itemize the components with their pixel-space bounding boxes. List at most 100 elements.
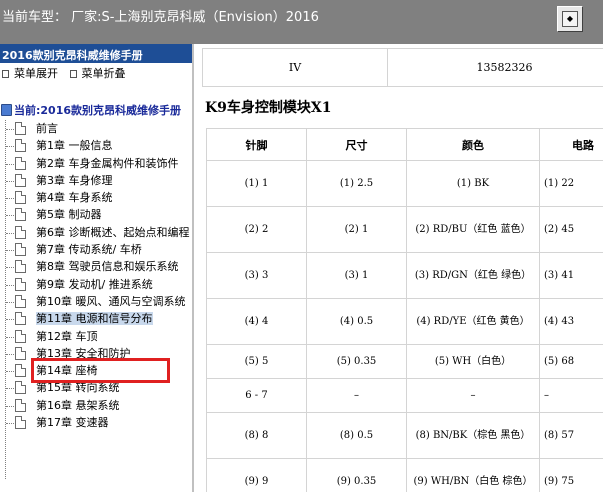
cell-pin: (3) 3 bbox=[206, 252, 307, 299]
document-icon bbox=[15, 294, 26, 308]
cell-size: (8) 0.5 bbox=[306, 412, 407, 459]
tree-item-label: 第3章 车身修理 bbox=[36, 173, 113, 187]
collapse-icon bbox=[69, 70, 77, 78]
tree-item[interactable]: 第7章 传动系统/ 车桥 bbox=[0, 241, 192, 258]
document-icon bbox=[15, 156, 26, 170]
tree-item-label: 第4章 车身系统 bbox=[36, 191, 113, 205]
tree-item[interactable]: 第12章 车顶 bbox=[0, 328, 192, 345]
tree-connector bbox=[6, 232, 14, 234]
cell-color: (1) BK bbox=[406, 160, 540, 207]
connector-part-number: 13582326 bbox=[387, 48, 603, 87]
tree-item[interactable]: 第2章 车身金属构件和装饰件 bbox=[0, 155, 192, 172]
cell-size: (4) 0.5 bbox=[306, 298, 407, 345]
cell-pin: 6 - 7 bbox=[206, 378, 307, 413]
tree-connector bbox=[6, 215, 14, 217]
cell-circuit: (5) 68 bbox=[539, 344, 603, 379]
document-icon bbox=[15, 260, 26, 274]
cell-pin: (8) 8 bbox=[206, 412, 307, 459]
tree-connector bbox=[6, 284, 14, 286]
tree-item-label: 第2章 车身金属构件和装饰件 bbox=[36, 156, 179, 170]
document-icon bbox=[15, 277, 26, 291]
cell-size: (3) 1 bbox=[306, 252, 407, 299]
table-row: (5) 5 (5) 0.35 (5) WH（白色） (5) 68 bbox=[206, 344, 603, 379]
tree-connector bbox=[6, 129, 14, 130]
table-row: (9) 9 (9) 0.35 (9) WH/BN（白色 棕色） (9) 75 bbox=[206, 458, 603, 492]
table-row: (2) 2 (2) 1 (2) RD/BU（红色 蓝色） (2) 45 bbox=[206, 206, 603, 253]
document-icon bbox=[15, 191, 26, 205]
cell-pin: (4) 4 bbox=[206, 298, 307, 345]
tree-connector bbox=[6, 146, 14, 148]
column-header-size: 尺寸 bbox=[306, 128, 407, 161]
tree-item[interactable]: 第17章 变速器 bbox=[0, 414, 192, 431]
tree-connector bbox=[6, 336, 14, 338]
tree-item[interactable]: 第3章 车身修理 bbox=[0, 172, 192, 189]
column-header-circuit: 电路 bbox=[539, 128, 603, 161]
tree-connector bbox=[6, 371, 14, 373]
cell-size: (1) 2.5 bbox=[306, 160, 407, 207]
document-icon bbox=[15, 346, 26, 360]
document-icon bbox=[15, 312, 26, 326]
cell-circuit: (2) 45 bbox=[539, 206, 603, 253]
cell-color: (4) RD/YE（红色 黄色） bbox=[406, 298, 540, 345]
tree-item[interactable]: 第5章 制动器 bbox=[0, 206, 192, 223]
cell-size: (2) 1 bbox=[306, 206, 407, 253]
tree-item[interactable]: 第8章 驾驶员信息和娱乐系统 bbox=[0, 258, 192, 275]
cell-circuit: (3) 41 bbox=[539, 252, 603, 299]
menu-tools: 菜单展开 菜单折叠 bbox=[0, 63, 192, 80]
tree-connector bbox=[6, 250, 14, 252]
tree-connector bbox=[6, 319, 14, 321]
restore-icon: ◆ bbox=[562, 11, 578, 27]
tree-item[interactable]: 第6章 诊断概述、起始点和编程 bbox=[0, 224, 192, 241]
tree-item-label: 第11章 电源和信号分布 bbox=[36, 312, 153, 326]
tree-item[interactable]: 前言 bbox=[0, 120, 192, 137]
tree-item-label: 第9章 发动机/ 推进系统 bbox=[36, 277, 153, 291]
tree-item-label: 第8章 驾驶员信息和娱乐系统 bbox=[36, 260, 179, 274]
tree-connector bbox=[6, 301, 14, 303]
document-icon bbox=[15, 381, 26, 395]
tree-item[interactable]: 第16章 悬架系统 bbox=[0, 397, 192, 414]
cell-color: – bbox=[406, 378, 540, 413]
tree-item-label: 第6章 诊断概述、起始点和编程 bbox=[36, 225, 190, 239]
table-row: 6 - 7– – – bbox=[206, 378, 603, 413]
tree-connector bbox=[6, 180, 14, 182]
tree-connector bbox=[6, 405, 14, 407]
title-bar: 当前车型： 厂家:S-上海别克昂科威（Envision）2016 ◆ bbox=[0, 0, 603, 44]
tree-item-label: 第7章 传动系统/ 车桥 bbox=[36, 243, 142, 257]
tree-root[interactable]: 当前:2016款别克昂科威维修手册 bbox=[0, 102, 181, 120]
tree-item[interactable]: 第10章 暖风、通风与空调系统 bbox=[0, 293, 192, 310]
cell-color: (3) RD/GN（红色 绿色） bbox=[406, 252, 540, 299]
cell-pin: (5) 5 bbox=[206, 344, 307, 379]
table-row: (3) 3 (3) 1 (3) RD/GN（红色 绿色） (3) 41 bbox=[206, 252, 603, 299]
manual-title: 2016款别克昂科威维修手册 bbox=[0, 44, 192, 63]
cell-color: (5) WH（白色） bbox=[406, 344, 540, 379]
tree-connector bbox=[6, 163, 14, 165]
document-icon bbox=[15, 416, 26, 430]
tree-connector bbox=[6, 423, 14, 425]
tree-connector bbox=[6, 198, 14, 200]
highlight-annotation bbox=[31, 358, 170, 383]
section-title: K9车身控制模块X1 bbox=[205, 100, 332, 116]
cell-pin: (1) 1 bbox=[206, 160, 307, 207]
cell-size: – bbox=[306, 378, 407, 413]
tree-item[interactable]: 第9章 发动机/ 推进系统 bbox=[0, 276, 192, 293]
table-row: (4) 4 (4) 0.5 (4) RD/YE（红色 黄色） (4) 43 bbox=[206, 298, 603, 345]
cell-circuit: (9) 75 bbox=[539, 458, 603, 492]
cell-size: (5) 0.35 bbox=[306, 344, 407, 379]
tree-item-label: 前言 bbox=[36, 122, 58, 135]
collapse-menu-button[interactable]: 菜单折叠 bbox=[69, 67, 130, 80]
document-icon bbox=[15, 139, 26, 153]
tree-item[interactable]: 第11章 电源和信号分布 bbox=[0, 310, 192, 327]
restore-button[interactable]: ◆ bbox=[557, 6, 583, 32]
column-header-color: 颜色 bbox=[406, 128, 540, 161]
tree-item[interactable]: 第4章 车身系统 bbox=[0, 189, 192, 206]
connector-version: IV bbox=[202, 48, 388, 87]
expand-menu-button[interactable]: 菜单展开 bbox=[2, 67, 62, 80]
cell-circuit: (8) 57 bbox=[539, 412, 603, 459]
column-header-pin: 针脚 bbox=[206, 128, 307, 161]
document-icon bbox=[15, 208, 26, 222]
cell-size: (9) 0.35 bbox=[306, 458, 407, 492]
tree-item[interactable]: 第1章 一般信息 bbox=[0, 137, 192, 154]
cell-circuit: – bbox=[539, 378, 603, 413]
cell-color: (8) BN/BK（棕色 黑色） bbox=[406, 412, 540, 459]
expand-label: 菜单展开 bbox=[14, 67, 58, 80]
